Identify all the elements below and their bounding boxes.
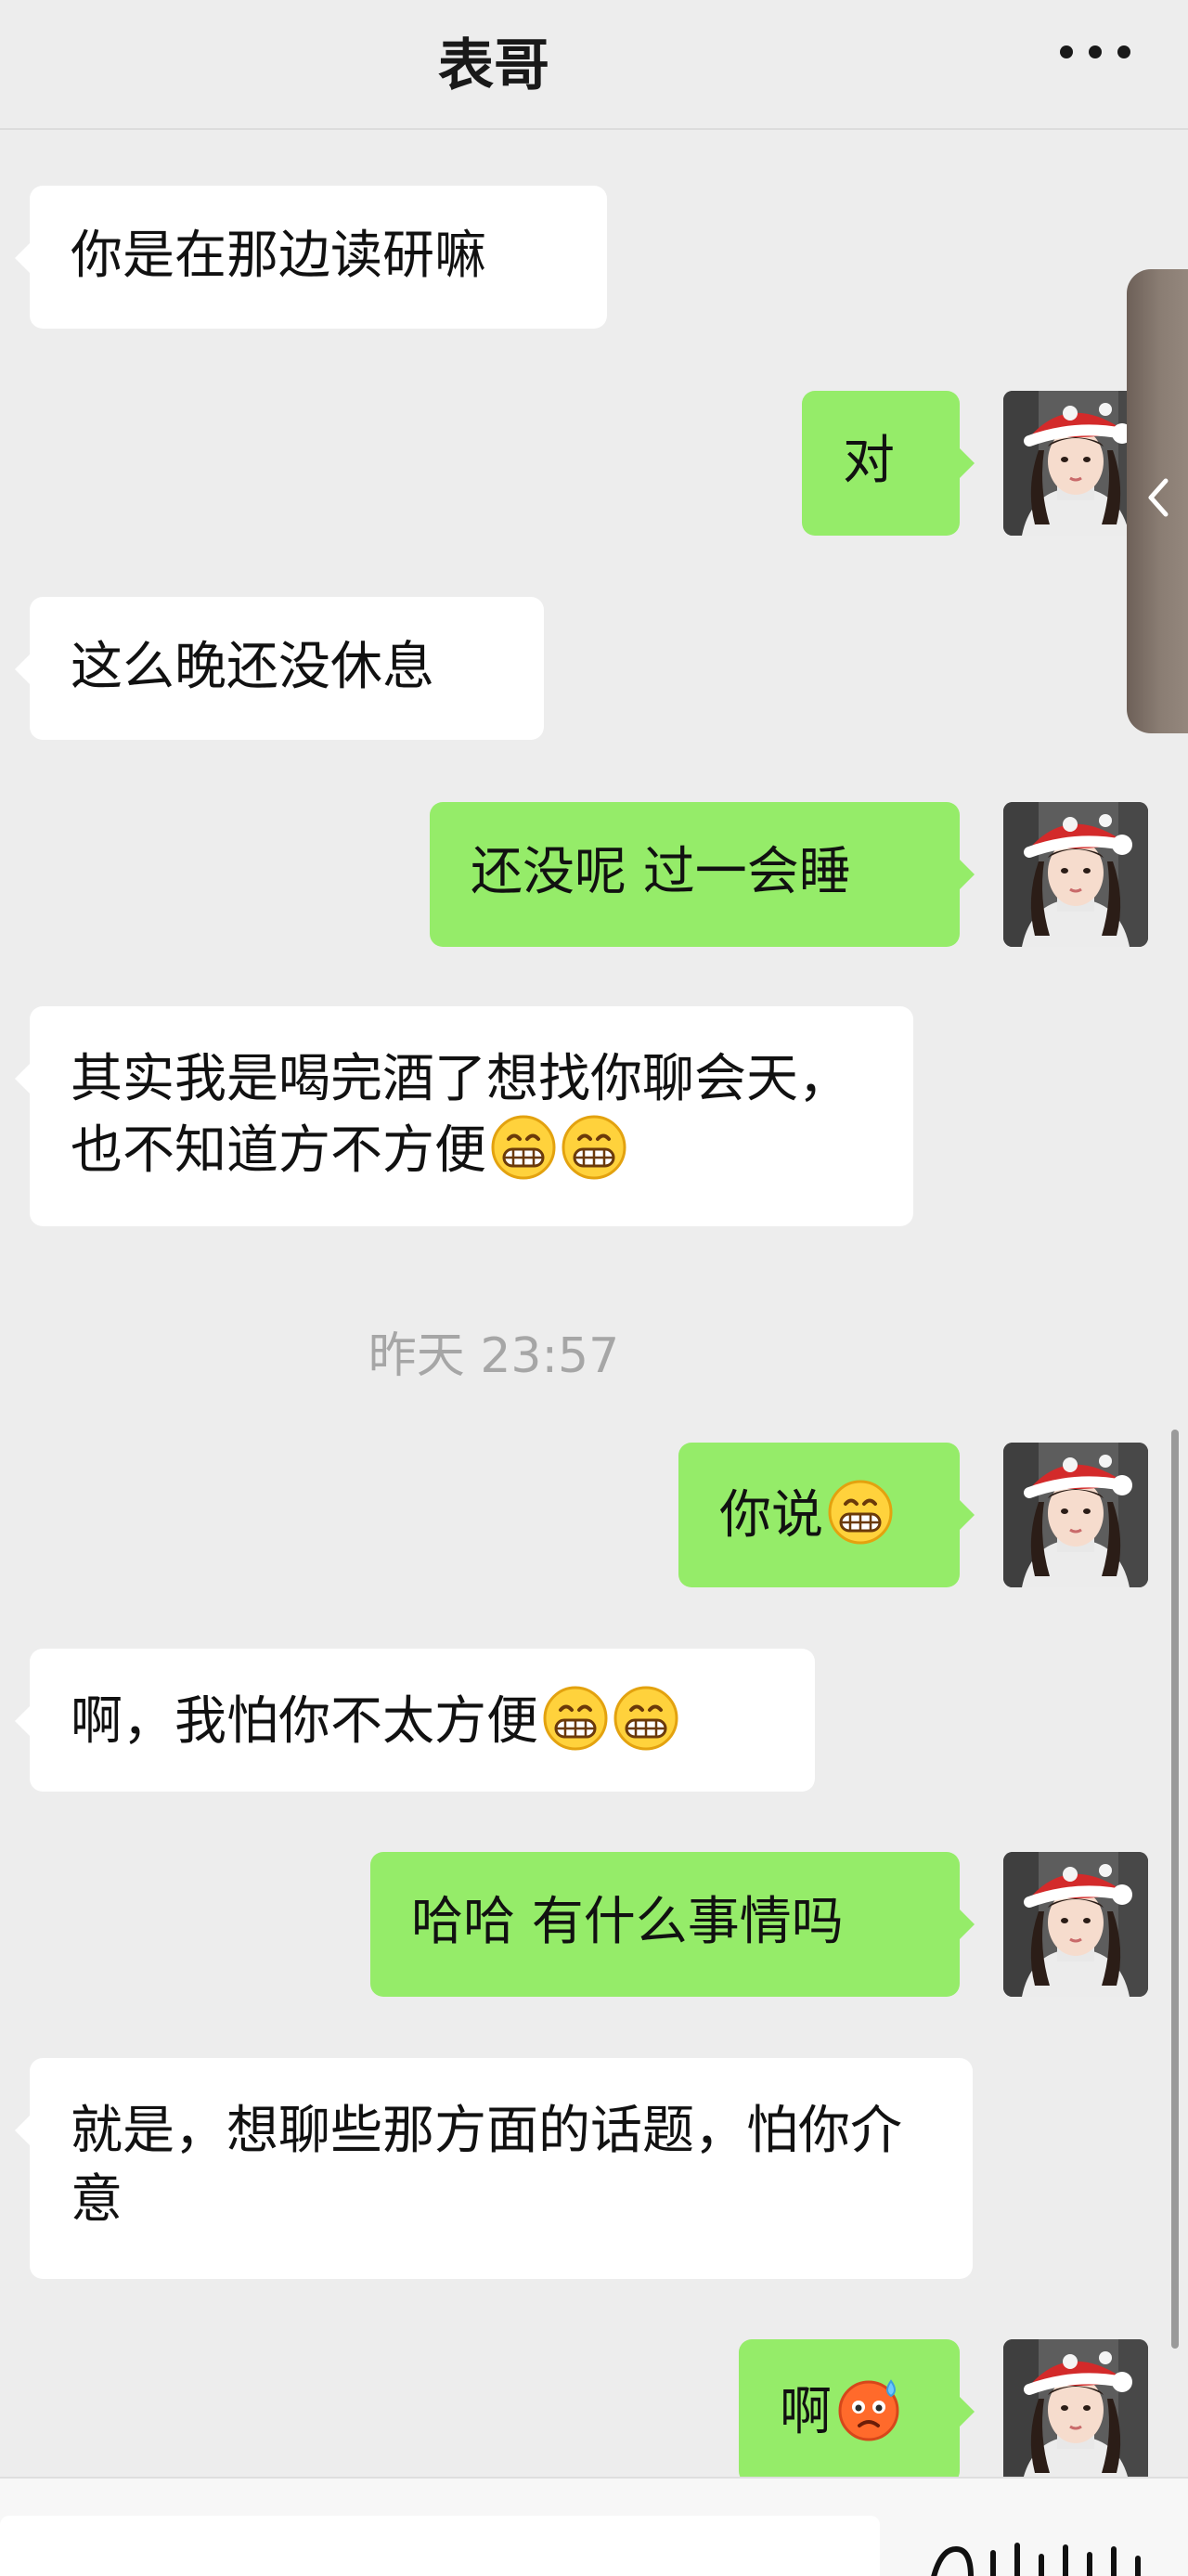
voice-wave-icon[interactable] xyxy=(915,2540,1156,2576)
scrollbar[interactable] xyxy=(1171,1430,1179,2349)
message-timestamp: 昨天 23:57 xyxy=(368,1328,620,1384)
message-bubble-incoming[interactable]: 你是在那边读研嘛 xyxy=(15,186,607,329)
message-bubble-outgoing[interactable]: 对 xyxy=(802,391,975,536)
avatar[interactable] xyxy=(1003,802,1148,947)
chat-title: 表哥 xyxy=(438,33,549,98)
avatar[interactable] xyxy=(1003,2339,1148,2484)
avatar[interactable] xyxy=(1003,1443,1148,1587)
message-bubble-outgoing[interactable]: 你说 xyxy=(678,1443,975,1587)
grimacing-emoji-icon xyxy=(561,1114,627,1181)
message-bubble-incoming[interactable]: 其实我是喝完酒了想找你聊会天，也不知道方不方便 xyxy=(15,1006,913,1226)
message-text: 对 xyxy=(843,431,895,491)
message-text: 你是在那边读研嘛 xyxy=(71,226,486,286)
message-text: 这么晚还没休息 xyxy=(71,637,434,697)
message-bubble-outgoing[interactable]: 啊 xyxy=(739,2339,975,2484)
grimacing-emoji-icon xyxy=(542,1685,609,1752)
grimacing-emoji-icon xyxy=(490,1114,557,1181)
chevron-left-icon xyxy=(1148,478,1169,517)
message-text: 哈哈 有什么事情吗 xyxy=(411,1892,844,1952)
chat-screen: 表哥 你是在那边读研嘛 对 这么晚还没休息 还没呢 过一会睡 其实我是喝完酒了想… xyxy=(0,0,1188,2576)
message-bubble-incoming[interactable]: 就是，想聊些那方面的话题，怕你介意 xyxy=(15,2058,973,2279)
message-text: 还没呢 过一会睡 xyxy=(471,842,851,902)
more-dots-icon[interactable] xyxy=(1060,41,1130,63)
cold-sweat-emoji-icon xyxy=(835,2375,902,2442)
message-bubble-incoming[interactable]: 这么晚还没休息 xyxy=(15,597,544,740)
side-drawer-handle[interactable] xyxy=(1127,269,1188,733)
message-text: 就是，想聊些那方面的话题，怕你介意 xyxy=(71,2101,902,2230)
message-text: 其实我是喝完酒了想找你聊会天，也不知道方不方便 xyxy=(71,1049,850,1181)
grimacing-emoji-icon xyxy=(827,1479,894,1546)
message-input-bar xyxy=(0,2477,1188,2576)
message-bubble-outgoing[interactable]: 还没呢 过一会睡 xyxy=(430,802,975,947)
grimacing-emoji-icon xyxy=(613,1685,679,1752)
avatar[interactable] xyxy=(1003,1852,1148,1997)
message-text: 啊 xyxy=(780,2382,832,2442)
message-bubble-outgoing[interactable]: 哈哈 有什么事情吗 xyxy=(370,1852,975,1997)
message-input[interactable] xyxy=(0,2516,880,2576)
chat-header: 表哥 xyxy=(0,0,1188,130)
message-text: 你说 xyxy=(719,1485,823,1546)
message-text: 啊，我怕你不太方便 xyxy=(71,1691,538,1752)
message-bubble-incoming[interactable]: 啊，我怕你不太方便 xyxy=(15,1649,815,1792)
